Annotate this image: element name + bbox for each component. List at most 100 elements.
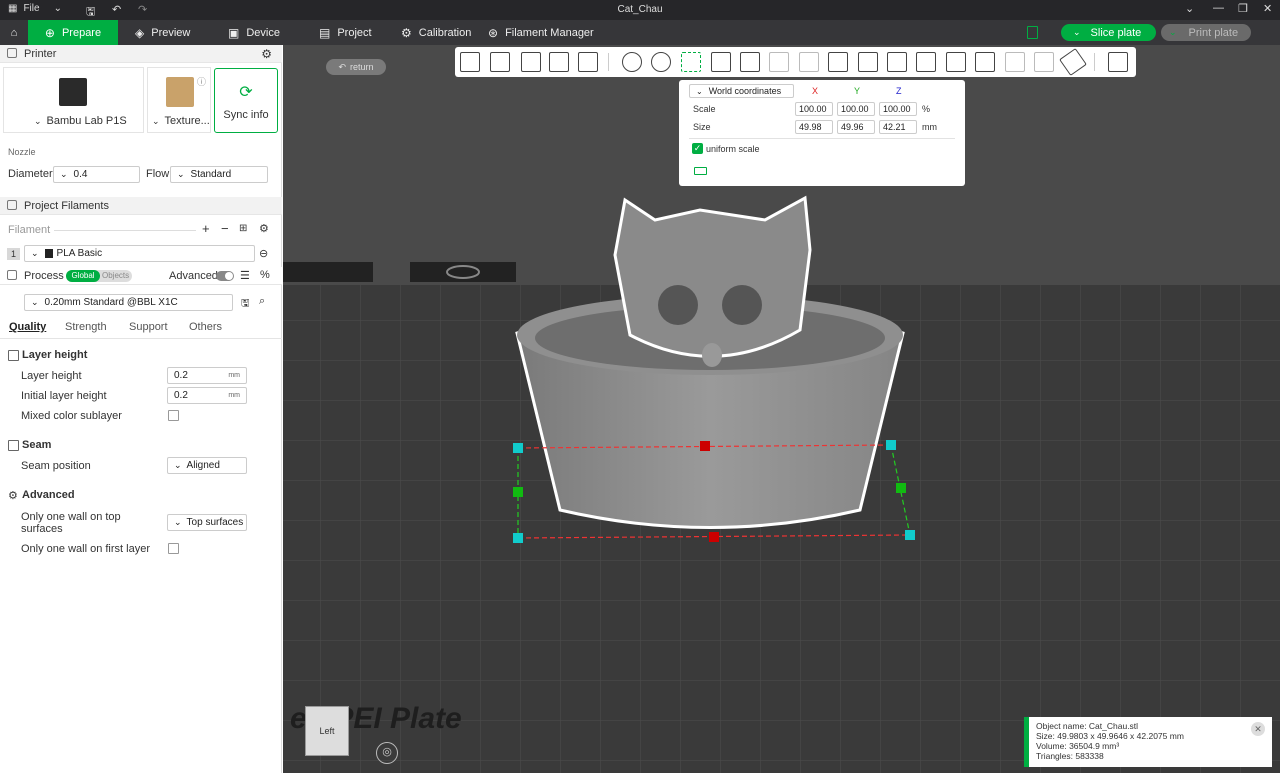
arrange-icon[interactable]: [549, 52, 569, 72]
boolean-icon[interactable]: [769, 52, 789, 72]
plate-logo: [283, 262, 373, 282]
sync-info-button[interactable]: ⟳ Sync info: [214, 68, 278, 133]
list-icon[interactable]: ☰: [240, 269, 250, 282]
resize-handle[interactable]: [513, 487, 523, 497]
one-wall-top-select[interactable]: ⌄ Top surfaces: [167, 514, 247, 531]
info-icon[interactable]: ⓘ: [197, 75, 206, 88]
more-icon[interactable]: ⊖: [259, 247, 268, 260]
add-object-icon[interactable]: [460, 52, 480, 72]
mixed-color-sublayer-checkbox[interactable]: [168, 410, 179, 421]
assembly-icon[interactable]: [1005, 52, 1025, 72]
cat-model[interactable]: [613, 195, 812, 358]
orient-icon[interactable]: [521, 52, 541, 72]
layers-icon: ◈: [135, 25, 145, 40]
scale-icon[interactable]: [681, 52, 701, 72]
remove-icon[interactable]: −: [221, 221, 229, 236]
close-icon[interactable]: ✕: [1251, 722, 1265, 736]
advanced-toggle[interactable]: [216, 271, 234, 281]
color-paint-icon[interactable]: [828, 52, 848, 72]
size-x-input[interactable]: 49.98: [795, 120, 833, 134]
camera-icon[interactable]: ◎: [376, 742, 398, 764]
resize-handle[interactable]: [896, 483, 906, 493]
seam-position-select[interactable]: ⌄ Aligned: [167, 457, 247, 474]
resize-handle[interactable]: [700, 441, 710, 451]
process-preset-select[interactable]: ⌄ 0.20mm Standard @BBL X1C: [24, 294, 233, 311]
tab-prepare[interactable]: ⊕ Prepare: [28, 20, 118, 45]
chevron-down-icon: ⌄: [1073, 27, 1081, 37]
process-icon: [7, 270, 17, 280]
text-icon[interactable]: [858, 52, 878, 72]
coordinates-select[interactable]: ⌄ World coordinates: [689, 84, 794, 98]
return-icon: ↶: [338, 61, 347, 72]
chevron-down-icon[interactable]: ⌄: [1185, 2, 1194, 15]
resize-handle[interactable]: [709, 532, 719, 542]
one-wall-first-layer-checkbox[interactable]: [168, 543, 179, 554]
resize-handle[interactable]: [513, 443, 523, 453]
flow-select[interactable]: ⌄ Standard: [170, 166, 268, 183]
resize-handle[interactable]: [513, 533, 523, 543]
resize-handle[interactable]: [905, 530, 915, 540]
support-paint-icon[interactable]: [799, 52, 819, 72]
fit-view-icon[interactable]: [946, 52, 966, 72]
rotate-icon[interactable]: [651, 52, 671, 72]
size-y-input[interactable]: 49.96: [837, 120, 875, 134]
tab-others[interactable]: Others: [189, 321, 222, 333]
move-icon[interactable]: [622, 52, 642, 72]
scale-z-input[interactable]: 100.00: [879, 102, 917, 116]
save-icon[interactable]: 🖫: [241, 296, 250, 313]
scale-y-input[interactable]: 100.00: [837, 102, 875, 116]
gear-icon[interactable]: ⚙: [261, 47, 272, 61]
cut-icon[interactable]: [740, 52, 760, 72]
minimize-icon[interactable]: —: [1213, 2, 1224, 14]
tab-project[interactable]: ▤ Project: [310, 20, 381, 45]
tab-device[interactable]: ▣ Device: [219, 20, 289, 45]
assembly-view-icon[interactable]: [1108, 52, 1128, 72]
keyboard-icon[interactable]: [694, 167, 707, 175]
printer-image: [59, 78, 87, 106]
search-icon[interactable]: ⌕: [259, 295, 265, 308]
tab-strength[interactable]: Strength: [65, 321, 107, 333]
resize-handle[interactable]: [886, 440, 896, 450]
chevron-down-icon: ⌄: [174, 460, 182, 470]
layer-height-input[interactable]: 0.2 mm: [167, 367, 247, 384]
filament-sync-icon[interactable]: ⊞: [239, 223, 247, 234]
gear-icon[interactable]: ⚙: [259, 222, 269, 235]
scale-x-input[interactable]: 100.00: [795, 102, 833, 116]
tab-quality[interactable]: Quality: [9, 321, 46, 333]
initial-layer-height-input[interactable]: 0.2 mm: [167, 387, 247, 404]
plate-settings-icon[interactable]: [1027, 26, 1038, 39]
measure-icon[interactable]: [1059, 48, 1087, 76]
uniform-scale-checkbox[interactable]: ✓: [692, 143, 703, 154]
simplify-icon[interactable]: [916, 52, 936, 72]
print-plate-button[interactable]: ⌄ Print plate: [1161, 24, 1251, 41]
split-layers-icon[interactable]: [578, 52, 598, 72]
object-volume: Volume: 36504.9 mm³: [1036, 741, 1120, 751]
tab-calibration[interactable]: ⚙ Calibration: [392, 20, 480, 45]
filament-select[interactable]: ⌄ PLA Basic: [24, 245, 255, 262]
chevron-down-icon: ⌄: [31, 297, 39, 307]
tab-preview[interactable]: ◈ Preview: [126, 20, 199, 45]
chevron-down-icon: ⌄: [174, 517, 182, 527]
home-button[interactable]: ⌂: [0, 20, 28, 45]
plate-p-icon[interactable]: [1034, 52, 1054, 72]
maximize-icon[interactable]: ❐: [1238, 2, 1248, 15]
scale-panel: ⌄ World coordinates X Y Z Scale 100.00 10…: [679, 80, 965, 186]
add-icon[interactable]: +: [202, 221, 210, 236]
filament-color-swatch: [44, 249, 53, 258]
slice-plate-button[interactable]: ⌄ Slice plate: [1061, 24, 1156, 41]
filament-slot: 1: [7, 248, 20, 260]
add-plate-icon[interactable]: [490, 52, 510, 72]
variable-layer-icon[interactable]: [975, 52, 995, 72]
lay-on-face-icon[interactable]: [711, 52, 731, 72]
seam-paint-icon[interactable]: [887, 52, 907, 72]
view-cube[interactable]: Left: [305, 706, 349, 756]
tab-support[interactable]: Support: [129, 321, 168, 333]
printer-selector[interactable]: ⌄ Bambu Lab P1S: [3, 67, 144, 133]
close-icon[interactable]: ✕: [1263, 2, 1272, 15]
size-z-input[interactable]: 42.21: [879, 120, 917, 134]
nozzle-diameter-select[interactable]: ⌄ 0.4: [53, 166, 140, 183]
tab-filament-manager[interactable]: ⊛ Filament Manager: [479, 20, 603, 45]
plate-selector[interactable]: ⓘ ⌄ Texture...: [147, 67, 211, 133]
return-button[interactable]: ↶ return: [326, 59, 386, 75]
compare-icon[interactable]: %: [260, 269, 270, 281]
